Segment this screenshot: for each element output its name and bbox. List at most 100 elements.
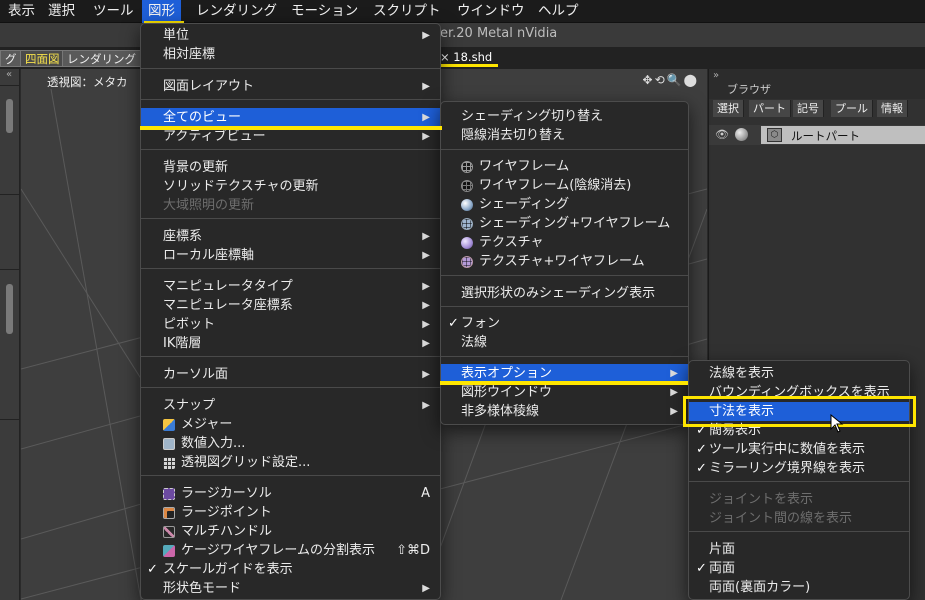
document-tab[interactable]: × 18.shd [440,50,499,67]
shading-icon [461,199,473,211]
shape-menu: 単位 ▶ 相対座標 図面レイアウト ▶ 全てのビュー ▶ アクティブビュー ▶ 背景の更新 ソリッド… [140,23,441,600]
shape-menu-item[interactable]: 図面レイアウト ▶ [141,77,440,96]
views-menu-item[interactable]: シェーディング+ワイヤフレーム [441,214,688,233]
submenu-arrow-icon: ▶ [422,112,430,123]
shading-wireframe-icon [461,218,473,230]
submenu-arrow-icon: ▶ [422,281,430,292]
menu-tools[interactable]: ツール [87,0,140,23]
menu-motion[interactable]: モーション [285,0,364,23]
viewport-tools-icon[interactable]: ✥⟲🔍⬤ [643,73,699,87]
browser-tab-info[interactable]: 情報 [877,100,908,117]
views-menu-item[interactable]: 非多様体稜線 ▶ [441,402,688,421]
shape-menu-item[interactable]: カーソル面 ▶ [141,365,440,384]
shape-menu-item[interactable]: ソリッドテクスチャの更新 [141,177,440,196]
views-menu-item[interactable]: 図形ウインドウ ▶ [441,383,688,402]
menu-separator [141,218,440,219]
menu-separator [441,149,688,150]
views-menu-item[interactable]: 法線 [441,333,688,352]
shape-menu-item[interactable]: ケージワイヤフレームの分割表示 ⇧⌘D [141,541,440,560]
shape-menu-item[interactable]: ラージポイント [141,503,440,522]
viewport-title: 透視図：メタカ [47,75,128,89]
shape-menu-item[interactable]: 形状色モード ▶ [141,579,440,598]
tab-four-view[interactable]: 四面図 [20,50,65,67]
menu-window[interactable]: ウインドウ [451,0,531,23]
multi-handle-icon [163,526,175,538]
menu-view[interactable]: 表示 [2,0,41,23]
views-menu-item[interactable]: ✓ フォン [441,314,688,333]
shape-menu-item[interactable]: 背景の更新 [141,158,440,177]
shape-menu-item[interactable]: ピボット ▶ [141,315,440,334]
views-menu-item[interactable]: 隠線消去切り替え [441,126,688,145]
shape-menu-item[interactable]: IK階層 ▶ [141,334,440,353]
browser-tab-symbol[interactable]: 記号 [793,100,824,117]
options-menu-item: ジョイント間の線を表示 [689,509,909,528]
options-menu-item[interactable]: ✓ ミラーリング境界線を表示 [689,459,909,478]
collapse-left-icon[interactable]: « [6,69,12,80]
left-scrollbar-thumb[interactable] [6,284,13,334]
shape-menu-item[interactable]: マニピュレータ座標系 ▶ [141,296,440,315]
menu-item-label: ピボット [163,317,216,332]
shape-menu-item[interactable]: ✓ スケールガイドを表示 [141,560,440,579]
menu-separator [141,356,440,357]
shortcut-label: ⇧⌘D [396,543,430,558]
shape-menu-item[interactable]: マニピュレータタイプ ▶ [141,277,440,296]
menu-rendering[interactable]: レンダリング [190,0,283,23]
browser-row-root[interactable]: 👁 ⬡ ルートパート [709,125,925,145]
checkmark-icon: ✓ [696,461,707,476]
menu-item-label: 非多様体稜線 [461,404,540,419]
shape-menu-item[interactable]: 透視図グリッド設定... [141,453,440,472]
menu-item-label: ソリッドテクスチャの更新 [163,179,319,194]
left-panel-divider [0,85,20,86]
tab-partial[interactable]: グ [0,50,22,67]
options-menu-item[interactable]: ✓ ツール実行中に数値を表示 [689,440,909,459]
options-menu-item[interactable]: ✓ 両面 [689,559,909,578]
menu-item-label: メジャー [181,417,233,432]
shape-menu-item[interactable]: 単位 ▶ [141,26,440,45]
views-menu-item[interactable]: シェーディング切り替え [441,107,688,126]
submenu-arrow-icon: ▶ [422,338,430,349]
menu-item-label: ラージカーソル [181,486,272,501]
views-menu-item[interactable]: 選択形状のみシェーディング表示 [441,284,688,303]
menu-separator [441,275,688,276]
eye-icon[interactable]: 👁 [715,128,729,141]
menu-bar: 表示 選択 ツール 図形 レンダリング モーション スクリプト ウインドウ ヘル… [0,0,925,23]
left-scrollbar-thumb[interactable] [6,99,13,133]
views-menu-item[interactable]: テクスチャ [441,233,688,252]
shape-menu-item[interactable]: メジャー [141,415,440,434]
checkmark-icon: ✓ [696,442,707,457]
annotation-underline-all-views [140,126,442,130]
shape-menu-item[interactable]: ラージカーソル A [141,484,440,503]
menu-select[interactable]: 選択 [42,0,81,23]
render-ball-icon[interactable] [735,128,748,141]
options-menu-item[interactable]: 法線を表示 [689,364,909,383]
view-tab-bar: グ 四面図 レンダリング × 18.shd [0,47,925,69]
menu-help[interactable]: ヘルプ [532,0,585,23]
tab-rendering[interactable]: レンダリング [62,50,141,67]
shape-menu-item[interactable]: 数値入力... [141,434,440,453]
shape-menu-item[interactable]: マルチハンドル [141,522,440,541]
submenu-arrow-icon: ▶ [670,406,678,417]
shape-menu-item[interactable]: 全てのビュー ▶ [141,108,440,127]
collapse-right-icon[interactable]: » [713,70,719,81]
browser-tab-pool[interactable]: プール [831,100,873,117]
menu-shape[interactable]: 図形 [142,0,181,23]
menu-item-label: ローカル座標軸 [163,248,255,263]
options-menu-item[interactable]: 片面 [689,540,909,559]
shape-menu-item[interactable]: 座標系 ▶ [141,227,440,246]
browser-title: ブラウザ [727,83,771,96]
views-menu-item[interactable]: テクスチャ+ワイヤフレーム [441,252,688,271]
shape-menu-item[interactable]: スナップ ▶ [141,396,440,415]
menu-script[interactable]: スクリプト [367,0,447,23]
views-menu-item[interactable]: シェーディング [441,195,688,214]
shape-menu-item[interactable]: ローカル座標軸 ▶ [141,246,440,265]
menu-item-label: 法線 [461,335,488,350]
shape-menu-item: 大域照明の更新 [141,196,440,215]
browser-tab-part[interactable]: パート [749,100,791,117]
options-menu-item[interactable]: 両面(裏面カラー) [689,578,909,597]
numeric-input-icon [163,438,175,450]
window-titlebar: er.20 Metal nVidia [0,23,925,47]
browser-tab-select[interactable]: 選択 [713,100,744,117]
views-menu-item[interactable]: ワイヤフレーム [441,157,688,176]
shape-menu-item[interactable]: 相対座標 [141,45,440,64]
views-menu-item[interactable]: ワイヤフレーム(陰線消去) [441,176,688,195]
